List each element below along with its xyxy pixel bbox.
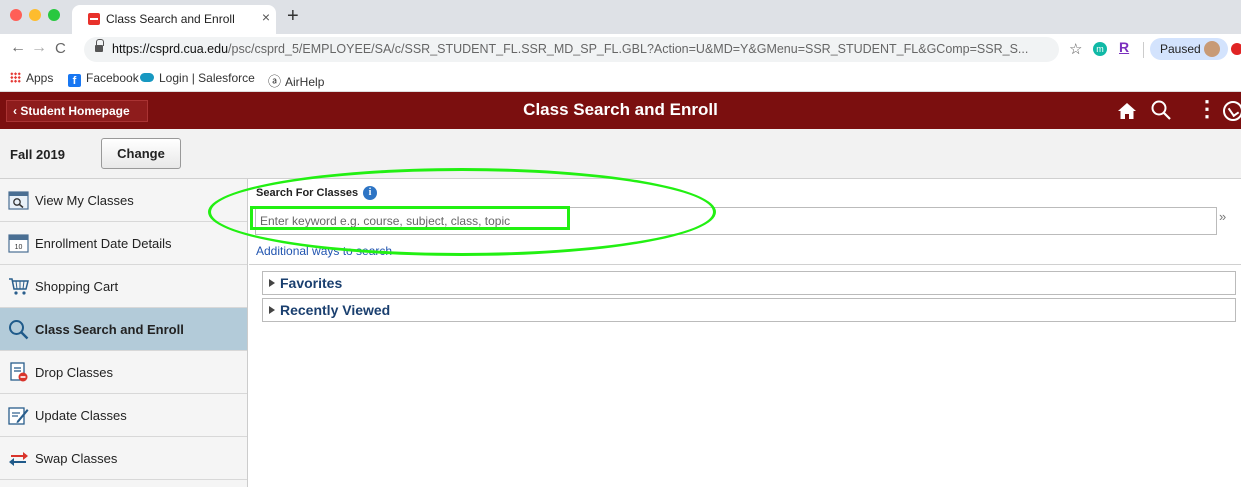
favorites-group[interactable]: Favorites [262, 271, 1236, 295]
page-title: Class Search and Enroll [523, 100, 718, 119]
sidebar-item-label: View My Classes [35, 193, 134, 208]
view-classes-icon [8, 191, 29, 210]
extension-o-icon[interactable] [1231, 43, 1241, 55]
url-path: /psc/csprd_5/EMPLOYEE/SA/c/SSR_STUDENT_F… [228, 42, 1029, 56]
favorites-label: Favorites [280, 275, 343, 291]
sidebar-item-label: Class Search and Enroll [35, 322, 184, 337]
facebook-icon: f [68, 74, 81, 87]
sidebar-item-class-search-and-enroll[interactable]: Class Search and Enroll [0, 308, 247, 351]
expand-arrow-icon [269, 306, 275, 314]
bookmark-salesforce[interactable]: Login | Salesforce [140, 71, 255, 85]
update-classes-icon [8, 407, 29, 425]
sidebar-item-enrollment-date-details[interactable]: 10 Enrollment Date Details [0, 222, 247, 265]
address-bar[interactable]: https://csprd.cua.edu/psc/csprd_5/EMPLOY… [84, 37, 1059, 62]
salesforce-cloud-icon [140, 73, 154, 82]
window-close-button[interactable] [10, 9, 22, 21]
navbar-compass-icon[interactable] [1223, 101, 1241, 121]
reload-icon[interactable]: C [55, 40, 66, 57]
url-text: https://csprd.cua.edu/psc/csprd_5/EMPLOY… [112, 42, 1028, 56]
bookmark-label: AirHelp [285, 75, 325, 89]
sidebar-item-shopping-cart[interactable]: Shopping Cart [0, 265, 247, 308]
expand-arrow-icon [269, 279, 275, 287]
term-label: Fall 2019 [10, 147, 65, 162]
browser-tab-bar: Class Search and Enroll × + [0, 0, 1241, 34]
sidebar-item-label: Enrollment Date Details [35, 236, 172, 251]
browser-toolbar: ← → C https://csprd.cua.edu/psc/csprd_5/… [0, 34, 1241, 64]
apps-grid-icon [10, 72, 21, 83]
recently-viewed-group[interactable]: Recently Viewed [262, 298, 1236, 322]
lock-icon [95, 39, 104, 52]
highlight-ellipse [208, 168, 716, 256]
sidebar-item-label: Shopping Cart [35, 279, 119, 294]
bookmark-airhelp[interactable]: ⓐ AirHelp [268, 71, 324, 90]
airhelp-icon: ⓐ [268, 74, 282, 89]
search-icon[interactable] [1150, 99, 1172, 121]
window-minimize-button[interactable] [29, 9, 41, 21]
url-host: https://csprd.cua.edu [112, 42, 229, 56]
search-go-button[interactable]: » [1219, 209, 1226, 224]
bookmark-label: Facebook [86, 71, 139, 85]
bookmark-apps[interactable]: Apps [10, 71, 53, 85]
extension-m-icon[interactable]: m [1093, 42, 1107, 56]
bookmark-facebook[interactable]: f Facebook [68, 71, 139, 87]
window-zoom-button[interactable] [48, 9, 60, 21]
sidebar-item-drop-classes[interactable]: Drop Classes [0, 351, 247, 394]
extension-r-icon[interactable]: R [1119, 39, 1129, 55]
bookmark-label: Apps [26, 71, 54, 85]
profile-status: Paused [1160, 42, 1201, 56]
svg-text:10: 10 [15, 244, 23, 251]
bookmark-label: Login | Salesforce [159, 71, 255, 85]
tab-close-icon[interactable]: × [262, 9, 270, 25]
avatar [1204, 41, 1220, 57]
calendar-icon: 10 [8, 234, 29, 253]
bookmark-star-icon[interactable]: ☆ [1069, 40, 1082, 58]
sidebar: View My Classes 10 Enrollment Date Detai… [0, 179, 248, 487]
profile-button[interactable]: Paused [1150, 38, 1228, 60]
tab-title: Class Search and Enroll [106, 12, 235, 26]
recently-viewed-label: Recently Viewed [280, 302, 391, 318]
back-arrow-icon[interactable]: ← [10, 39, 26, 57]
sidebar-item-label: Swap Classes [35, 451, 118, 466]
app-header: ‹ Student Homepage Class Search and Enro… [0, 92, 1241, 129]
browser-tab[interactable]: Class Search and Enroll × [72, 5, 276, 34]
term-bar: Fall 2019 Change [0, 129, 1241, 179]
search-icon [9, 320, 29, 340]
shopping-cart-icon [9, 278, 29, 295]
drop-classes-icon [10, 362, 28, 382]
toolbar-divider [1143, 42, 1144, 58]
sidebar-item-label: Drop Classes [35, 365, 114, 380]
sidebar-item-update-classes[interactable]: Update Classes [0, 394, 247, 437]
change-term-button[interactable]: Change [101, 138, 181, 169]
sidebar-item-label: Update Classes [35, 408, 127, 423]
swap-arrows-icon [9, 452, 28, 466]
more-options-icon[interactable]: ⋮ [1196, 96, 1218, 122]
tab-favicon-icon [88, 13, 100, 25]
bookmarks-bar: Apps f Facebook Login | Salesforce ⓐ AirHe… [0, 64, 1241, 92]
forward-arrow-icon[interactable]: → [31, 39, 47, 57]
divider [249, 264, 1241, 265]
sidebar-item-swap-classes[interactable]: Swap Classes [0, 437, 247, 480]
new-tab-button[interactable]: + [287, 5, 299, 28]
home-icon[interactable] [1117, 102, 1137, 120]
